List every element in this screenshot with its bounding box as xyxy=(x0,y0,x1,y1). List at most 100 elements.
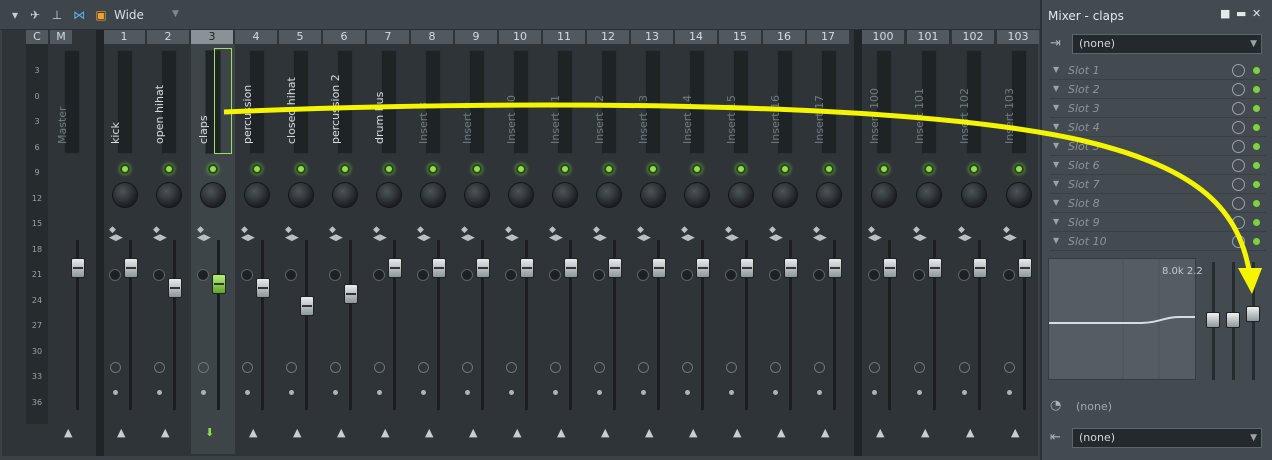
slot-enable-led[interactable] xyxy=(1253,67,1260,74)
effect-slot[interactable]: ▼ Slot 6 xyxy=(1050,157,1266,175)
pan-knob[interactable] xyxy=(112,182,138,208)
volume-knob[interactable] xyxy=(153,269,165,281)
pan-knob[interactable] xyxy=(508,182,534,208)
pan-knob[interactable] xyxy=(728,182,754,208)
chevron-down-icon[interactable]: ▾ xyxy=(8,8,22,22)
latency-icon[interactable] xyxy=(814,362,825,373)
route-up-icon[interactable]: ▲ xyxy=(557,426,565,439)
stereo-arrows-icon[interactable]: ◆ ◀▶ xyxy=(285,226,299,243)
track-header-12[interactable]: 12 xyxy=(587,30,629,44)
track-enable-led[interactable] xyxy=(472,164,482,174)
route-dot[interactable] xyxy=(421,390,426,395)
route-up-icon[interactable]: ▲ xyxy=(161,426,169,439)
mixer-track[interactable]: Insert 12 ◆ ◀▶ ▲ xyxy=(587,44,631,454)
volume-knob[interactable] xyxy=(197,269,209,281)
volume-fader[interactable] xyxy=(883,258,897,278)
stereo-arrows-icon[interactable]: ◆ ◀▶ xyxy=(241,226,255,243)
mixer-layout-title[interactable]: Wide xyxy=(114,8,144,22)
stereo-arrows-icon[interactable]: ◆ ◀▶ xyxy=(868,226,882,243)
volume-fader[interactable] xyxy=(256,278,270,298)
eq-mid-fader[interactable] xyxy=(1226,312,1240,328)
track-header-17[interactable]: 17 xyxy=(807,30,849,44)
slot-menu-icon[interactable]: ▼ xyxy=(1053,198,1059,207)
volume-fader[interactable] xyxy=(124,258,138,278)
latency-icon[interactable] xyxy=(550,362,561,373)
stereo-arrows-icon[interactable]: ◆ ◀▶ xyxy=(109,226,123,243)
latency-icon[interactable] xyxy=(198,362,209,373)
slot-menu-icon[interactable]: ▼ xyxy=(1053,160,1059,169)
volume-knob[interactable] xyxy=(285,269,297,281)
volume-knob[interactable] xyxy=(637,269,649,281)
stereo-arrows-icon[interactable]: ◆ ◀▶ xyxy=(913,226,927,243)
route-up-icon[interactable]: ▲ xyxy=(293,426,301,439)
route-up-icon[interactable]: ▲ xyxy=(777,426,785,439)
latency-icon[interactable] xyxy=(726,362,737,373)
latency-icon[interactable] xyxy=(330,362,341,373)
mixer-track[interactable]: Insert 13 ◆ ◀▶ ▲ xyxy=(631,44,675,454)
stereo-arrows-icon[interactable]: ◆ ◀▶ xyxy=(197,226,211,243)
slot-menu-icon[interactable]: ▼ xyxy=(1053,122,1059,131)
route-up-icon[interactable]: ▲ xyxy=(821,426,829,439)
track-header-15[interactable]: 15 xyxy=(719,30,761,44)
slot-menu-icon[interactable]: ▼ xyxy=(1053,141,1059,150)
stereo-arrows-icon[interactable]: ◆ ◀▶ xyxy=(1003,226,1017,243)
slot-enable-led[interactable] xyxy=(1253,86,1260,93)
latency-icon[interactable] xyxy=(770,362,781,373)
track-name[interactable]: Insert 103 xyxy=(1003,88,1016,144)
route-up-icon[interactable]: ▲ xyxy=(513,426,521,439)
slot-enable-led[interactable] xyxy=(1253,219,1260,226)
route-up-icon[interactable]: ▲ xyxy=(469,426,477,439)
pin-window-icon[interactable]: ■ xyxy=(1220,7,1230,20)
pan-knob[interactable] xyxy=(684,182,710,208)
mixer-track[interactable]: Insert 16 ◆ ◀▶ ▲ xyxy=(763,44,807,454)
slot-enable-led[interactable] xyxy=(1253,200,1260,207)
pan-knob[interactable] xyxy=(916,182,942,208)
track-name[interactable]: closed hihat xyxy=(285,77,298,144)
route-dot[interactable] xyxy=(773,390,778,395)
track-enable-led[interactable] xyxy=(604,164,614,174)
eq-high-fader[interactable] xyxy=(1246,306,1260,322)
mixer-track[interactable]: Insert 9 ◆ ◀▶ ▲ xyxy=(455,44,499,454)
track-name[interactable]: Insert 12 xyxy=(593,95,606,144)
route-dot[interactable] xyxy=(113,390,118,395)
volume-fader[interactable] xyxy=(432,258,446,278)
volume-knob[interactable] xyxy=(958,269,970,281)
track-name[interactable]: percussion xyxy=(241,85,254,144)
track-name[interactable]: Insert 101 xyxy=(913,88,926,144)
track-enable-led[interactable] xyxy=(340,164,350,174)
slot-enable-led[interactable] xyxy=(1253,181,1260,188)
route-dot[interactable] xyxy=(917,390,922,395)
track-enable-led[interactable] xyxy=(969,164,979,174)
track-enable-led[interactable] xyxy=(648,164,658,174)
effect-slot[interactable]: ▼ Slot 7 xyxy=(1050,176,1266,194)
volume-fader[interactable] xyxy=(784,258,798,278)
track-name[interactable]: Insert 17 xyxy=(813,95,826,144)
volume-fader[interactable] xyxy=(740,258,754,278)
volume-fader[interactable] xyxy=(212,274,226,294)
route-up-icon[interactable]: ▲ xyxy=(921,426,929,439)
latency-icon[interactable] xyxy=(869,362,880,373)
pan-knob[interactable] xyxy=(200,182,226,208)
track-name[interactable]: percussion 2 xyxy=(329,74,342,144)
track-name[interactable]: kick xyxy=(109,122,122,144)
stereo-arrows-icon[interactable]: ◆ ◀▶ xyxy=(417,226,431,243)
master-fader[interactable] xyxy=(71,258,85,278)
slot-enable-led[interactable] xyxy=(1253,162,1260,169)
volume-knob[interactable] xyxy=(868,269,880,281)
slot-mix-knob[interactable] xyxy=(1232,216,1245,229)
route-up-icon[interactable]: ▲ xyxy=(249,426,257,439)
pan-knob[interactable] xyxy=(156,182,182,208)
slot-enable-led[interactable] xyxy=(1253,124,1260,131)
latency-icon[interactable] xyxy=(638,362,649,373)
track-enable-led[interactable] xyxy=(120,164,130,174)
latency-icon[interactable] xyxy=(959,362,970,373)
slot-mix-knob[interactable] xyxy=(1232,178,1245,191)
route-up-icon[interactable]: ▲ xyxy=(64,426,72,439)
route-dot[interactable] xyxy=(685,390,690,395)
volume-fader[interactable] xyxy=(168,278,182,298)
track-enable-led[interactable] xyxy=(560,164,570,174)
latency-icon[interactable] xyxy=(682,362,693,373)
volume-knob[interactable] xyxy=(461,269,473,281)
route-dot[interactable] xyxy=(872,390,877,395)
stereo-arrows-icon[interactable]: ◆ ◀▶ xyxy=(769,226,783,243)
